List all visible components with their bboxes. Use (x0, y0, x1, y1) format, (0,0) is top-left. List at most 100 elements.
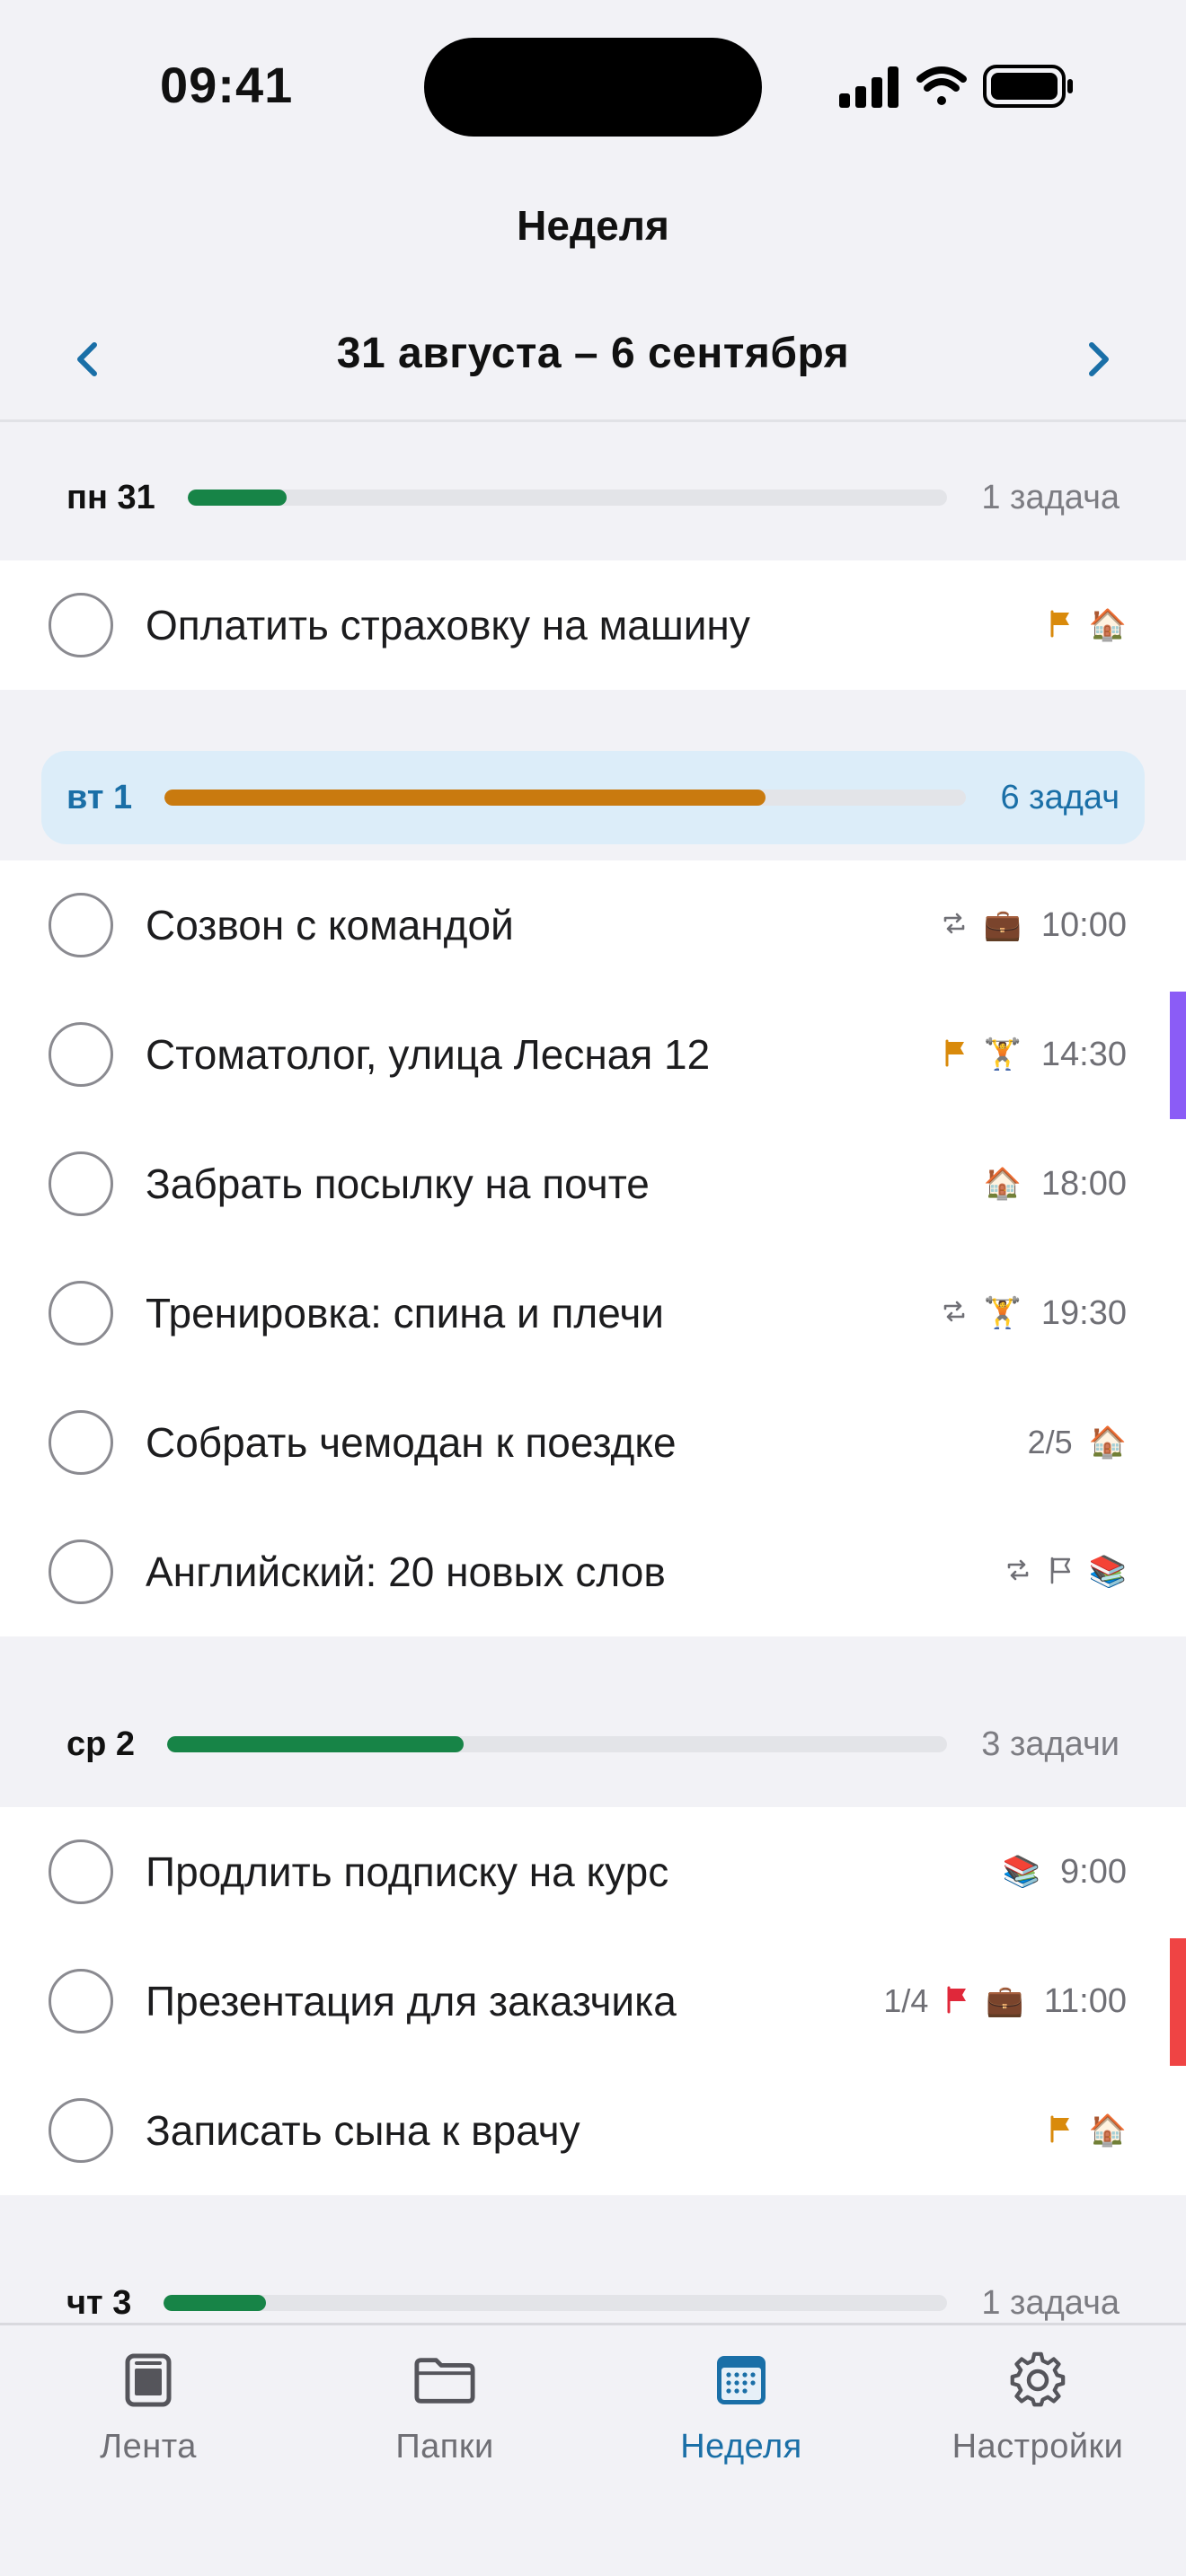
task-row[interactable]: Презентация для заказчика 1/4 💼 11:00 (0, 1936, 1186, 2066)
task-row[interactable]: Записать сына к врачу 🏠 (0, 2066, 1186, 2195)
task-meta: 🏠 18:00 (984, 1165, 1127, 1204)
week-task-list: пн 31 1 задача Оплатить страховку на машин… (0, 426, 1186, 2366)
task-title: Собрать чемодан к поездке (146, 1419, 677, 1466)
task-meta: 🏋️ 14:30 (943, 1036, 1127, 1074)
task-meta: 📚 (1005, 1556, 1127, 1589)
repeat-icon (941, 910, 968, 941)
house-icon: 🏠 (1088, 1425, 1127, 1460)
task-meta: 🏋️ 19:30 (941, 1294, 1127, 1333)
day-header-row: ср 2 3 задачи (41, 1698, 1145, 1791)
battery-icon (983, 65, 1073, 108)
task-checkbox[interactable] (49, 1839, 113, 1904)
day-tasks: Оплатить страховку на машину 🏠 (0, 560, 1186, 690)
screen: 09:41 Неделя 31 августа – 6 сентября пн … (0, 0, 1186, 2576)
task-checkbox[interactable] (49, 893, 113, 957)
task-time: 18:00 (1040, 1164, 1127, 1203)
day-header[interactable]: ср 2 3 задачи (0, 1672, 1186, 1807)
subtask-progress: 2/5 (1027, 1424, 1073, 1460)
task-meta: 🏠 (1048, 2114, 1127, 2148)
weightlifter-icon: 🏋️ (983, 1296, 1022, 1330)
gear-icon (1006, 2349, 1069, 2412)
task-row[interactable]: Собрать чемодан к поездке 2/5 🏠 (0, 1378, 1186, 1507)
day-progress-bar (187, 490, 948, 506)
task-row[interactable]: Забрать посылку на почте 🏠 18:00 (0, 1119, 1186, 1248)
task-row[interactable]: Продлить подписку на курс 📚 9:00 (0, 1807, 1186, 1936)
signal-icon (839, 66, 898, 108)
task-time: 11:00 (1043, 1981, 1127, 2020)
dynamic-island (424, 38, 762, 137)
day-progress-fill (167, 1736, 464, 1752)
tab-gear[interactable]: Настройки (890, 2325, 1186, 2576)
day-task-count: 1 задача (981, 2283, 1120, 2322)
task-title: Тренировка: спина и плечи (146, 1290, 664, 1337)
task-color-marker (1170, 992, 1186, 1119)
tab-calendar[interactable]: Неделя (593, 2325, 890, 2576)
task-checkbox[interactable] (49, 1539, 113, 1604)
day-label: ср 2 (66, 1725, 136, 1763)
task-title: Стоматолог, улица Лесная 12 (146, 1031, 711, 1078)
next-week-button[interactable] (1073, 332, 1127, 386)
status-icons (839, 65, 1073, 108)
task-title: Оплатить страховку на машину (146, 602, 750, 648)
day-progress-fill (164, 2295, 266, 2311)
task-checkbox[interactable] (49, 1969, 113, 2033)
briefcase-icon: 💼 (983, 908, 1022, 942)
day-label: чт 3 (66, 2283, 132, 2322)
day-task-count: 3 задачи (981, 1725, 1120, 1763)
day-task-count: 6 задач (1000, 778, 1120, 816)
task-time: 10:00 (1040, 905, 1127, 944)
task-meta: 1/4 💼 11:00 (883, 1982, 1127, 2021)
task-row[interactable]: Стоматолог, улица Лесная 12 🏋️ 14:30 (0, 990, 1186, 1119)
page-title: Неделя (517, 202, 669, 249)
tab-folder[interactable]: Папки (296, 2325, 593, 2576)
status-time: 09:41 (160, 57, 294, 113)
task-title: Забрать посылку на почте (146, 1160, 650, 1207)
day-header-row: пн 31 1 задача (41, 451, 1145, 544)
task-checkbox[interactable] (49, 1022, 113, 1087)
weightlifter-icon: 🏋️ (983, 1037, 1022, 1072)
flag-icon (1048, 2114, 1073, 2148)
day-label: пн 31 (66, 478, 155, 516)
task-checkbox[interactable] (49, 2098, 113, 2163)
task-checkbox[interactable] (49, 1410, 113, 1475)
task-time: 9:00 (1060, 1852, 1127, 1891)
task-title: Презентация для заказчика (146, 1978, 677, 2025)
day-header-row: вт 1 6 задач (41, 751, 1145, 844)
task-row[interactable]: Созвон с командой 💼 10:00 (0, 860, 1186, 990)
task-checkbox[interactable] (49, 1151, 113, 1216)
day-progress-fill (187, 490, 287, 506)
task-row[interactable]: Оплатить страховку на машину 🏠 (0, 560, 1186, 690)
day-header[interactable]: вт 1 6 задач (0, 726, 1186, 860)
task-time: 19:30 (1040, 1293, 1127, 1332)
task-meta: 💼 10:00 (941, 906, 1127, 945)
day-header[interactable]: пн 31 1 задача (0, 426, 1186, 560)
day-progress-bar (164, 2295, 948, 2311)
folder-icon (413, 2349, 476, 2412)
day-progress-bar (164, 790, 967, 806)
tab-label: Неделя (680, 2428, 802, 2466)
tab-bar: Лента Папки Неделя Настройки (0, 2323, 1186, 2576)
day-task-count: 1 задача (981, 478, 1120, 516)
task-title: Созвон с командой (146, 902, 514, 948)
task-row[interactable]: Тренировка: спина и плечи 🏋️ 19:30 (0, 1248, 1186, 1378)
task-meta: 🏠 (1048, 609, 1127, 642)
task-title: Продлить подписку на курс (146, 1848, 669, 1895)
tab-label: Лента (100, 2428, 197, 2466)
task-meta: 2/5 🏠 (1028, 1424, 1127, 1461)
day-progress-bar (167, 1736, 948, 1752)
day-label: вт 1 (66, 778, 133, 816)
flag-icon (1048, 609, 1073, 642)
repeat-icon (941, 1298, 968, 1329)
task-row[interactable]: Английский: 20 новых слов 📚 (0, 1507, 1186, 1636)
task-checkbox[interactable] (49, 1281, 113, 1345)
task-title: Английский: 20 новых слов (146, 1548, 666, 1595)
tab-feed[interactable]: Лента (0, 2325, 296, 2576)
task-meta: 📚 9:00 (1003, 1853, 1127, 1892)
subtask-progress: 1/4 (883, 1982, 929, 2019)
day-tasks: Созвон с командой 💼 10:00 Стоматолог, улица… (0, 860, 1186, 1636)
task-checkbox[interactable] (49, 593, 113, 657)
wifi-icon (916, 66, 967, 105)
house-icon: 🏠 (1088, 2113, 1127, 2148)
